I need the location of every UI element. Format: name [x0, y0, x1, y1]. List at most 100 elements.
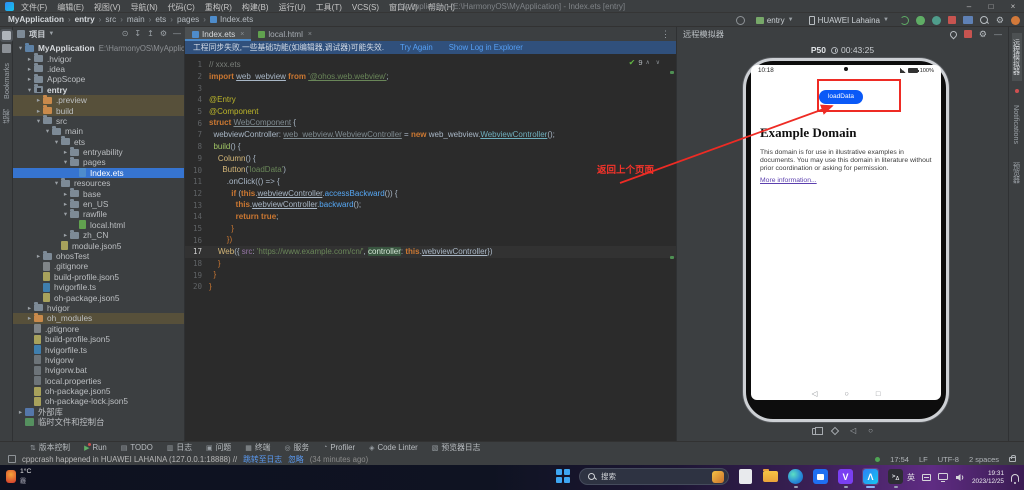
menu-item-6[interactable]: 构建(B)	[242, 3, 269, 12]
tree-chevron-icon[interactable]: ▾	[43, 127, 52, 135]
taskbar-app-store[interactable]	[812, 468, 829, 485]
tree-row[interactable]: ▸ build	[13, 105, 184, 116]
tray-overflow-chevron[interactable]: ∧	[895, 474, 900, 482]
network-icon[interactable]	[938, 473, 948, 482]
debug-button[interactable]	[915, 15, 925, 25]
webpage-link[interactable]: More information...	[760, 177, 817, 184]
tree-row[interactable]: ▸ AppScope	[13, 73, 184, 84]
chevron-down-icon[interactable]: ▼	[48, 31, 54, 37]
tree-row[interactable]: Index.ets	[13, 167, 184, 179]
tree-row[interactable]: local.properties	[13, 376, 184, 386]
breadcrumb-item[interactable]: MyApplication	[8, 15, 64, 24]
tree-chevron-icon[interactable]: ▾	[61, 210, 70, 218]
weather-widget[interactable]: 1°C 霾	[6, 468, 31, 485]
tree-chevron-icon[interactable]: ▸	[16, 408, 25, 416]
editor-tab-local-html[interactable]: local.html ×	[251, 27, 320, 41]
tree-row[interactable]: ▸ hvigor	[13, 302, 184, 313]
tree-row[interactable]: ▾ entry	[13, 84, 184, 95]
tree-row[interactable]: hvigorw	[13, 355, 184, 365]
tree-chevron-icon[interactable]: ▸	[25, 65, 34, 73]
screenshot-icon[interactable]	[812, 426, 823, 435]
menu-item-5[interactable]: 重构(R)	[205, 3, 232, 12]
project-toolwindow-icon[interactable]	[0, 29, 13, 42]
bottom-bar-4[interactable]: ▣ 问题	[206, 442, 231, 453]
ignore-link[interactable]: 忽略	[288, 454, 304, 465]
emulator-stop-button[interactable]	[963, 30, 972, 38]
bottom-bar-8[interactable]: ◈ Code Linter	[369, 443, 418, 452]
tree-row[interactable]: ▸ ohosTest	[13, 250, 184, 261]
menu-item-8[interactable]: 工具(T)	[316, 3, 342, 12]
tree-chevron-icon[interactable]: ▸	[25, 55, 34, 63]
collapse-all-icon[interactable]: ↥	[147, 29, 154, 39]
commit-toolwindow-icon[interactable]	[1, 44, 11, 53]
right-strip-tab-1[interactable]: Notifications	[1012, 99, 1021, 150]
tree-row[interactable]: ▾ ets	[13, 136, 184, 147]
hide-panel-icon[interactable]: —	[173, 29, 181, 39]
menu-item-10[interactable]: 窗口(W)	[389, 3, 418, 12]
lock-icon[interactable]	[1009, 454, 1016, 462]
tabs-more-icon[interactable]: ⋮	[661, 27, 676, 41]
tree-chevron-icon[interactable]: ▾	[52, 179, 61, 187]
settings-gear-icon[interactable]: ⚙	[996, 15, 1004, 25]
tree-chevron-icon[interactable]: ▸	[34, 96, 43, 104]
tree-row[interactable]: build-profile.json5	[13, 272, 184, 282]
start-button[interactable]	[556, 469, 571, 484]
tree-chevron-icon[interactable]: ▸	[61, 148, 70, 156]
taskbar-app-purple[interactable]: V	[837, 468, 854, 488]
run-button[interactable]	[899, 15, 909, 25]
module-selector[interactable]: entry ▼	[752, 15, 798, 26]
bottom-bar-5[interactable]: ▦ 终端	[245, 442, 270, 453]
emulator-settings-gear-icon[interactable]: ⚙	[979, 29, 987, 39]
editor-tab-index-ets[interactable]: Index.ets ×	[185, 27, 252, 41]
device-selector[interactable]: HUAWEI Lahaina ▼	[805, 15, 893, 26]
taskbar-app-deveco[interactable]: Λ	[862, 468, 879, 488]
tree-row[interactable]: ▾ pages	[13, 156, 184, 167]
tree-row[interactable]: 临时文件和控制台	[13, 417, 184, 427]
tree-row[interactable]: ▾ src	[13, 115, 184, 126]
tree-row[interactable]: local.html	[13, 220, 184, 230]
project-panel-title[interactable]: 项目	[29, 28, 45, 40]
tree-chevron-icon[interactable]: ▸	[34, 252, 43, 260]
tree-chevron-icon[interactable]: ▸	[25, 75, 34, 83]
device-file-browser-icon[interactable]	[962, 16, 973, 24]
home-button-icon[interactable]: ○	[868, 427, 873, 435]
tree-row[interactable]: ▾ resources	[13, 177, 184, 188]
bottom-bar-9[interactable]: ▧ 预览器日志	[432, 442, 481, 453]
phone-screen[interactable]: 10:18 100% loadData Example Domain This …	[751, 65, 941, 400]
breadcrumb-item[interactable]: main	[127, 15, 145, 24]
stop-button[interactable]	[947, 16, 956, 24]
breadcrumb-item[interactable]: src	[105, 15, 116, 24]
menu-item-1[interactable]: 编辑(E)	[57, 3, 84, 12]
tree-row[interactable]: ▸ base	[13, 188, 184, 199]
tree-chevron-icon[interactable]: ▸	[25, 304, 34, 312]
device-manager-icon[interactable]	[735, 15, 745, 25]
right-strip-tab-2[interactable]: 预览器	[1012, 156, 1022, 190]
tab-close-icon[interactable]: ×	[240, 31, 244, 38]
tree-chevron-icon[interactable]: ▾	[52, 138, 61, 146]
show-log-link[interactable]: Show Log in Explorer	[449, 43, 523, 52]
breadcrumb-item[interactable]: ets	[155, 15, 166, 24]
menu-item-11[interactable]: 帮助(H)	[428, 3, 455, 12]
volume-icon[interactable]	[955, 473, 965, 482]
close-button[interactable]: ×	[1002, 0, 1024, 13]
hide-panel-icon[interactable]: —	[994, 30, 1002, 39]
tree-chevron-icon[interactable]: ▾	[61, 158, 70, 166]
clock-widget[interactable]: 19:31 2023/12/25	[972, 470, 1004, 485]
rotate-icon[interactable]	[830, 426, 840, 436]
tree-row[interactable]: ▸ .preview	[13, 94, 184, 106]
menu-item-3[interactable]: 导航(N)	[131, 3, 158, 12]
tree-chevron-icon[interactable]: ▸	[61, 231, 70, 239]
menu-item-7[interactable]: 运行(U)	[279, 3, 306, 12]
search-everywhere-icon[interactable]	[979, 15, 989, 25]
expand-all-icon[interactable]: ↧	[134, 29, 141, 39]
tab-close-icon[interactable]: ×	[308, 31, 312, 38]
bottom-bar-6[interactable]: ◎ 服务	[284, 442, 309, 453]
taskbar-app-explorer[interactable]	[762, 468, 779, 485]
toolwindow-toggle-icon[interactable]	[8, 455, 16, 463]
tree-row[interactable]: build-profile.json5	[13, 334, 184, 344]
tree-chevron-icon[interactable]: ▾	[34, 117, 43, 125]
tree-row[interactable]: oh-package.json5	[13, 292, 184, 303]
bottom-bar-2[interactable]: ▤ TODO	[121, 443, 153, 452]
keyboard-icon[interactable]	[922, 474, 931, 481]
tree-row[interactable]: ▾ main	[13, 125, 184, 136]
